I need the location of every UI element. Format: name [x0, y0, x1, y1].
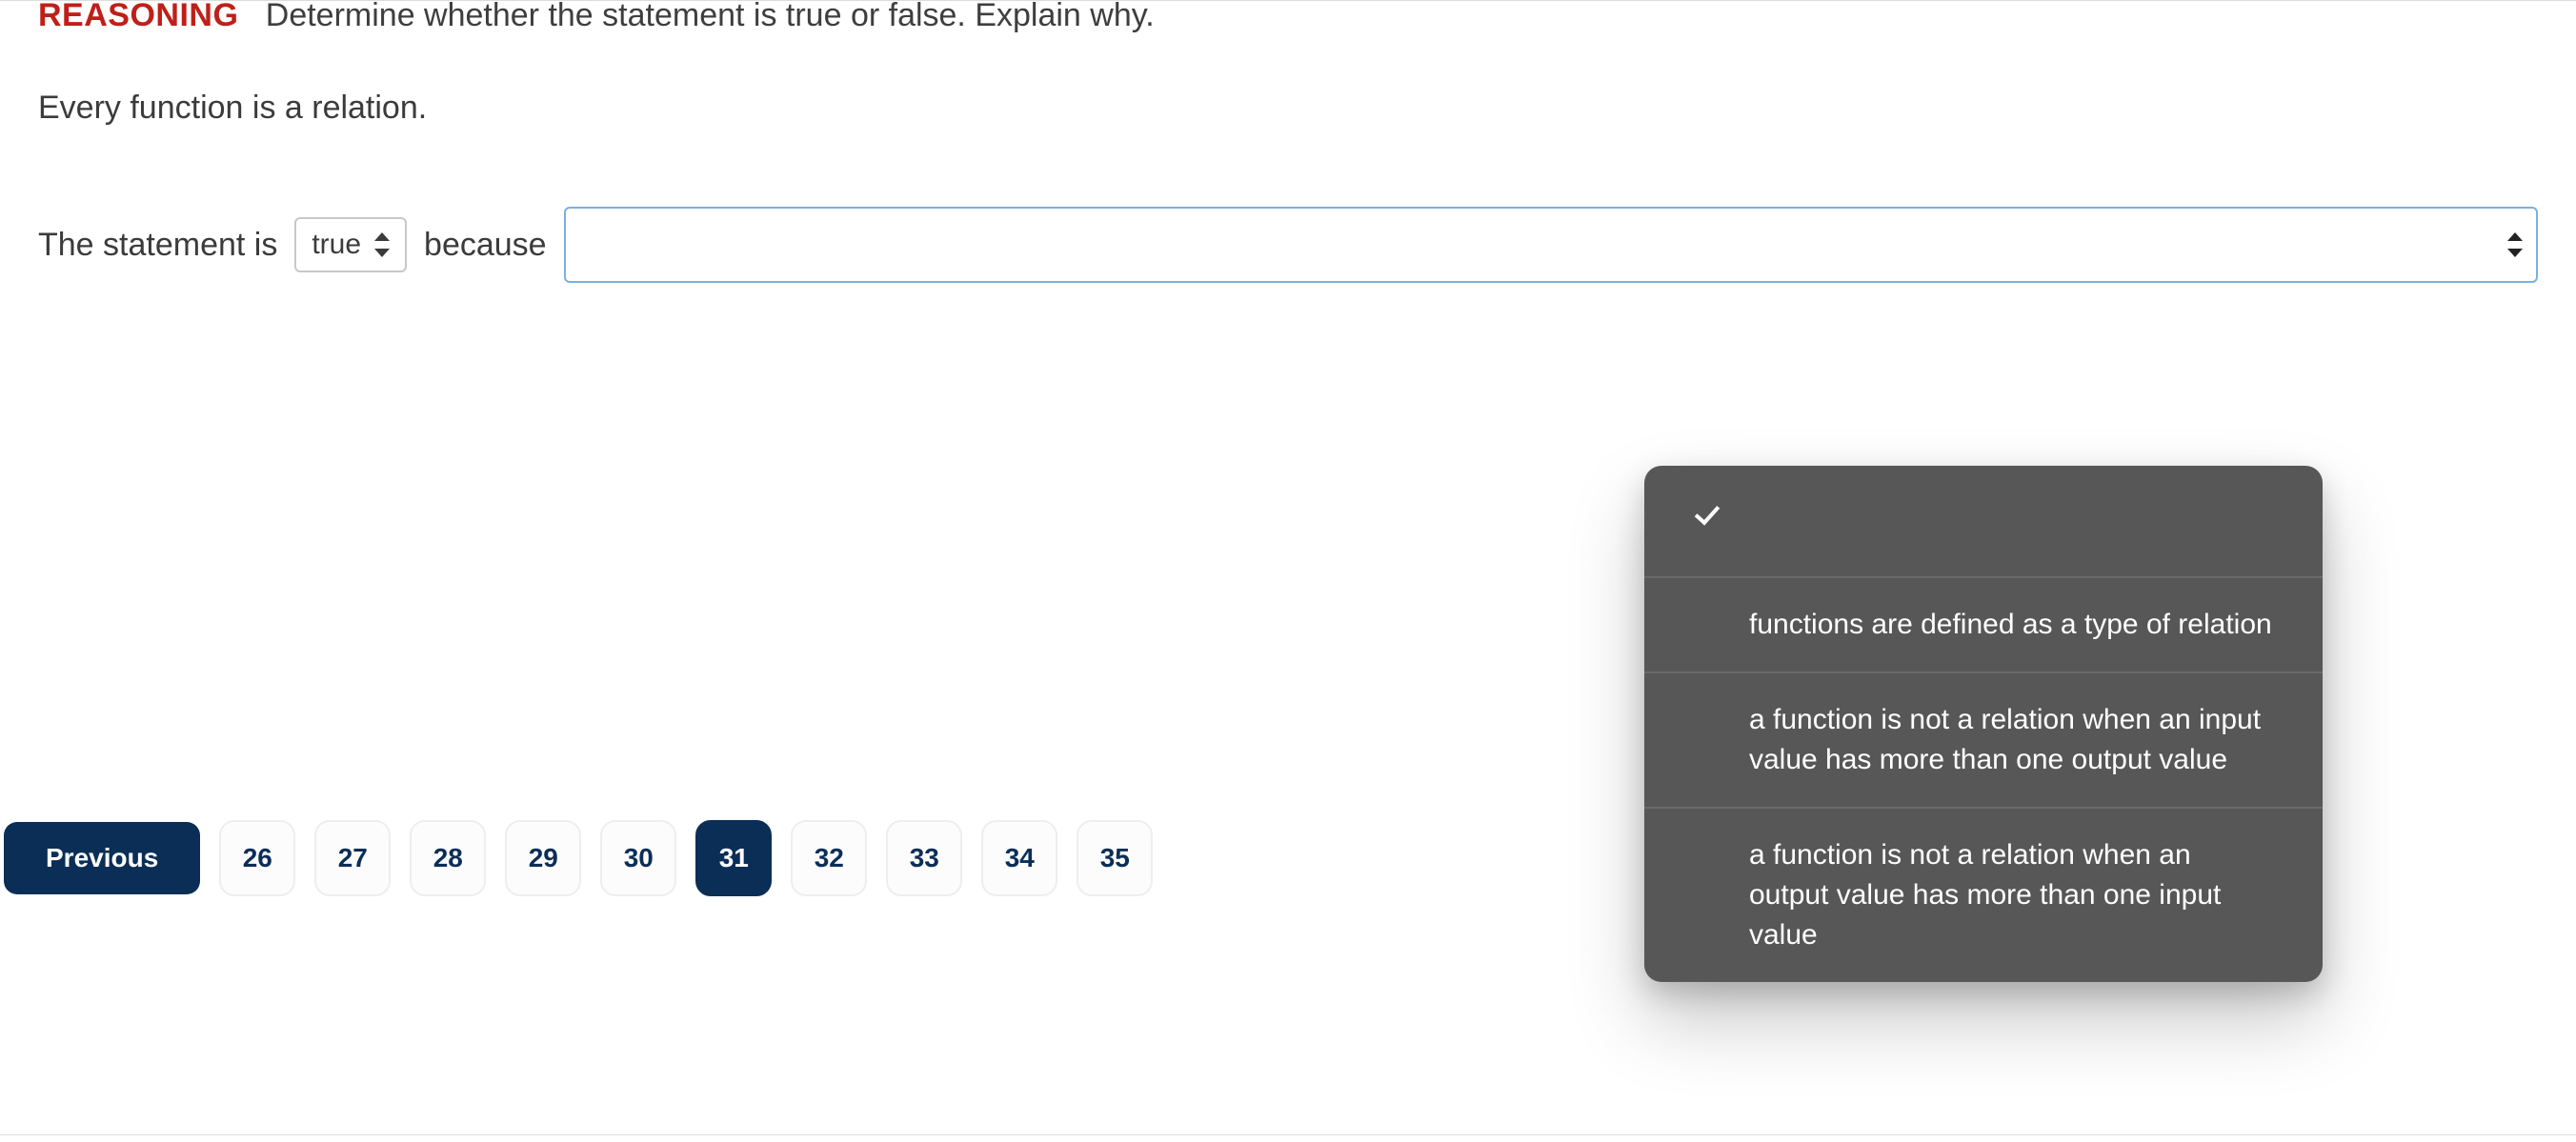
page-button-31[interactable]: 31 — [695, 820, 772, 896]
previous-button[interactable]: Previous — [4, 822, 200, 894]
truth-select[interactable]: true — [294, 217, 407, 272]
page-label: 26 — [243, 843, 272, 873]
reason-dropdown: functions are defined as a type of relat… — [1644, 466, 2323, 982]
dropdown-option-1[interactable]: functions are defined as a type of relat… — [1644, 576, 2323, 671]
dropdown-option-empty[interactable] — [1644, 466, 2323, 576]
dropdown-option-2[interactable]: a function is not a relation when an inp… — [1644, 671, 2323, 807]
prompt-tag: REASONING — [38, 0, 238, 33]
previous-label: Previous — [46, 843, 158, 873]
answer-connector: because — [424, 227, 547, 264]
page-button-35[interactable]: 35 — [1077, 820, 1153, 896]
page-label: 30 — [624, 843, 654, 873]
check-icon — [1690, 492, 1724, 527]
statement-text: Every function is a relation. — [38, 90, 2538, 127]
page-label: 28 — [433, 843, 463, 873]
page-button-27[interactable]: 27 — [314, 820, 391, 896]
chevron-updown-icon — [2506, 232, 2525, 257]
divider — [0, 1134, 2576, 1135]
dropdown-option-label: a function is not a relation when an inp… — [1749, 704, 2261, 775]
page-label: 33 — [910, 843, 939, 873]
prompt-line: REASONING Determine whether the statemen… — [38, 0, 2538, 34]
answer-leadin: The statement is — [38, 227, 277, 264]
page-button-34[interactable]: 34 — [981, 820, 1057, 896]
page-label: 29 — [529, 843, 558, 873]
truth-select-value: true — [312, 229, 361, 261]
chevron-updown-icon — [372, 232, 392, 257]
answer-row: The statement is true because — [38, 207, 2538, 283]
dropdown-option-label: a function is not a relation when an out… — [1749, 839, 2221, 951]
page-label: 35 — [1100, 843, 1130, 873]
page-label: 27 — [338, 843, 368, 873]
page-button-29[interactable]: 29 — [505, 820, 581, 896]
dropdown-option-3[interactable]: a function is not a relation when an out… — [1644, 807, 2323, 982]
prompt-instruction: Determine whether the statement is true … — [266, 0, 1155, 33]
page-label: 31 — [719, 843, 749, 873]
pagination: Previous 26 27 28 29 30 31 32 33 34 35 — [0, 820, 1153, 896]
page-button-33[interactable]: 33 — [886, 820, 962, 896]
page-button-28[interactable]: 28 — [410, 820, 486, 896]
reason-select[interactable] — [564, 207, 2538, 283]
page-button-26[interactable]: 26 — [219, 820, 295, 896]
dropdown-option-label: functions are defined as a type of relat… — [1749, 609, 2272, 640]
page-label: 32 — [815, 843, 844, 873]
page-button-30[interactable]: 30 — [600, 820, 676, 896]
page-button-32[interactable]: 32 — [791, 820, 867, 896]
page-label: 34 — [1005, 843, 1035, 873]
